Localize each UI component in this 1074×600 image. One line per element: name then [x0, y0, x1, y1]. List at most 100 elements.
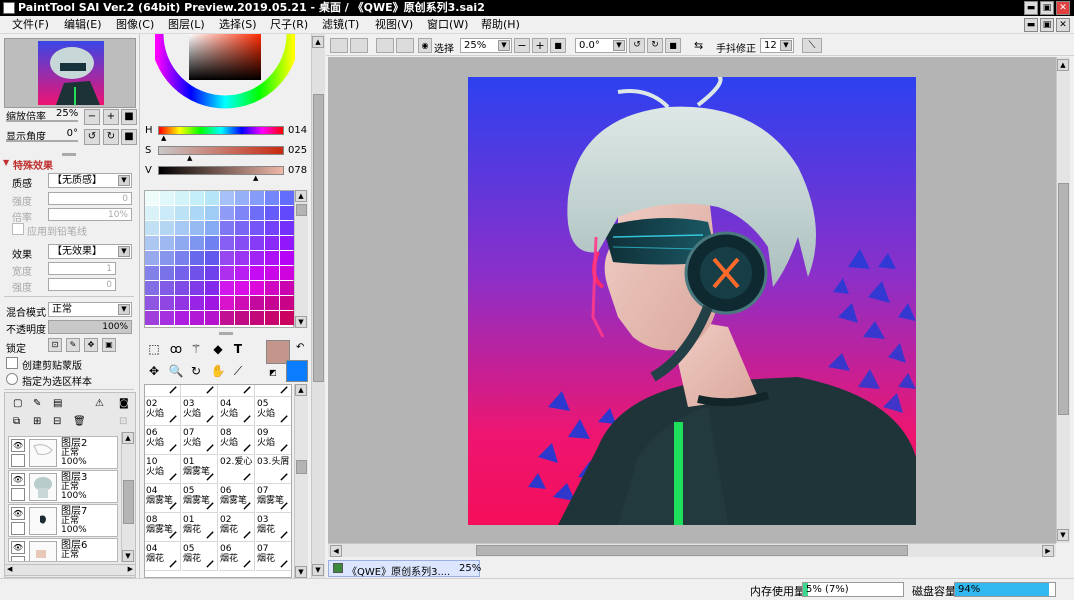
rotate-right-button[interactable]: ↻ — [103, 129, 119, 145]
brush-preset[interactable]: 06 火焰 — [145, 426, 181, 455]
color-swatch[interactable] — [160, 206, 174, 220]
close-button[interactable]: ✕ — [1056, 1, 1070, 15]
zoom-reset-button[interactable]: ■ — [121, 109, 137, 125]
brush-preset[interactable]: 09 火焰 — [256, 426, 291, 455]
brush-preset[interactable]: 炫光笔 — [145, 385, 181, 397]
zoom-slider[interactable] — [6, 120, 78, 122]
color-swatch[interactable] — [175, 296, 189, 310]
color-swatch[interactable] — [190, 311, 204, 325]
magic-wand-icon[interactable]: ⚚ — [187, 340, 205, 358]
brush-preset[interactable]: 08 烟雾笔 — [145, 513, 181, 542]
scroll-thumb[interactable] — [313, 94, 324, 382]
merge-down-icon[interactable]: ⊞ — [33, 416, 41, 427]
hand-icon[interactable]: ✋ — [209, 362, 227, 380]
minimize-button[interactable]: ▬ — [1024, 1, 1038, 15]
scroll-down-arrow[interactable]: ▼ — [312, 564, 324, 576]
brush-preset[interactable]: 04 火焰 — [219, 397, 255, 426]
color-swatch[interactable] — [265, 236, 279, 250]
value-slider[interactable] — [158, 166, 284, 175]
blend-mode-dropdown[interactable]: 正常 ▼ — [48, 302, 132, 317]
color-swatch[interactable] — [175, 236, 189, 250]
layer-select-checkbox[interactable] — [11, 522, 25, 535]
brush-preset[interactable]: 炫光笔 — [182, 385, 218, 397]
canvas-vscrollbar[interactable]: ▲ ▼ — [1056, 57, 1070, 543]
color-swatch[interactable] — [190, 236, 204, 250]
brush-preset[interactable]: 02 火焰 — [145, 397, 181, 426]
eye-icon[interactable]: 👁 — [11, 473, 25, 486]
color-swatch[interactable] — [250, 206, 264, 220]
effect-dropdown[interactable]: 【无效果】 ▼ — [48, 244, 132, 259]
color-swatch[interactable] — [235, 251, 249, 265]
doc-close-button[interactable]: ✕ — [1056, 18, 1070, 32]
strength-field[interactable]: 0 — [48, 192, 132, 205]
redo-button[interactable] — [350, 38, 368, 53]
canvas-angle-dropdown[interactable]: 0.0° ▼ — [575, 38, 627, 53]
color-swatch[interactable] — [175, 251, 189, 265]
brush-preset[interactable]: 06 烟花 — [219, 542, 255, 571]
scroll-left-arrow[interactable]: ◀ — [7, 565, 12, 573]
color-swatch[interactable] — [205, 266, 219, 280]
apply-pencil-checkbox[interactable] — [12, 223, 24, 235]
brush-preset[interactable]: 01 烟雾笔 — [182, 455, 218, 484]
color-swatch[interactable] — [220, 221, 234, 235]
scroll-up-arrow[interactable]: ▲ — [1057, 59, 1069, 71]
scroll-thumb[interactable] — [1058, 183, 1069, 415]
scroll-down-arrow[interactable]: ▼ — [1057, 529, 1069, 541]
color-swatch[interactable] — [205, 221, 219, 235]
brush-preset[interactable]: 05 火焰 — [256, 397, 291, 426]
color-swatch[interactable] — [160, 311, 174, 325]
color-swatch[interactable] — [280, 311, 294, 325]
color-swatch[interactable] — [235, 206, 249, 220]
bucket-icon[interactable]: ◆ — [209, 340, 227, 358]
color-swatch[interactable] — [145, 281, 159, 295]
color-swatch[interactable] — [160, 281, 174, 295]
scroll-right-arrow[interactable]: ▶ — [128, 565, 133, 573]
brush-preset[interactable]: 07 火焰 — [182, 426, 218, 455]
color-swatch[interactable] — [265, 251, 279, 265]
selection-source-radio[interactable] — [6, 373, 18, 385]
menu-select[interactable]: 选择(S) — [219, 18, 257, 32]
color-swatch[interactable] — [160, 296, 174, 310]
color-swatch[interactable] — [220, 311, 234, 325]
opacity-slider[interactable]: 100% — [48, 320, 132, 334]
color-swatch[interactable] — [205, 296, 219, 310]
color-swatch[interactable] — [205, 191, 219, 205]
color-swatch[interactable] — [175, 281, 189, 295]
clear-layer-icon[interactable]: ⊟ — [53, 416, 61, 427]
swap-colors-icon[interactable]: ↶ — [296, 342, 304, 353]
canvas-rotate-right-button[interactable]: ↻ — [647, 38, 663, 53]
canvas-hscrollbar[interactable]: ◀ ▶ — [328, 543, 1056, 557]
move-icon[interactable]: ✥ — [145, 362, 163, 380]
lock-move-icon[interactable]: ✥ — [84, 338, 98, 352]
canvas-rotate-left-button[interactable]: ↺ — [629, 38, 645, 53]
color-swatch[interactable] — [250, 191, 264, 205]
color-wheel[interactable] — [155, 34, 295, 116]
collapse-arrow-icon[interactable]: ▼ — [3, 158, 9, 167]
eyedropper-icon[interactable]: ⟋ — [229, 362, 247, 380]
brush-preset[interactable]: 02.爱心 — [219, 455, 255, 484]
lasso-icon[interactable]: ꝏ — [167, 340, 185, 358]
color-swatch[interactable] — [280, 206, 294, 220]
brush-preset[interactable]: 06 烟雾笔 — [219, 484, 255, 513]
canvas-rotate-reset-button[interactable]: ■ — [665, 38, 681, 53]
brush-preset[interactable]: 02 烟花 — [219, 513, 255, 542]
color-swatch[interactable] — [175, 311, 189, 325]
color-swatch[interactable] — [190, 251, 204, 265]
splitter-handle[interactable] — [62, 153, 76, 156]
saturation-slider[interactable] — [158, 146, 284, 155]
color-swatch[interactable] — [235, 221, 249, 235]
color-swatch[interactable] — [265, 206, 279, 220]
brush-preset[interactable]: 07 烟雾笔 — [256, 484, 291, 513]
color-swatch[interactable] — [145, 236, 159, 250]
rotate-reset-button[interactable]: ■ — [121, 129, 137, 145]
brush-preset[interactable]: 火焰 — [256, 385, 291, 397]
brush-preset[interactable]: 04 烟花 — [145, 542, 181, 571]
color-swatch[interactable] — [280, 251, 294, 265]
color-swatch[interactable] — [175, 191, 189, 205]
color-swatch[interactable] — [160, 221, 174, 235]
color-swatch[interactable] — [265, 266, 279, 280]
color-swatch[interactable] — [145, 206, 159, 220]
lock-transparency-icon[interactable]: ⊡ — [48, 338, 62, 352]
new-vector-layer-icon[interactable]: ✎ — [33, 398, 41, 409]
color-swatch[interactable] — [250, 251, 264, 265]
